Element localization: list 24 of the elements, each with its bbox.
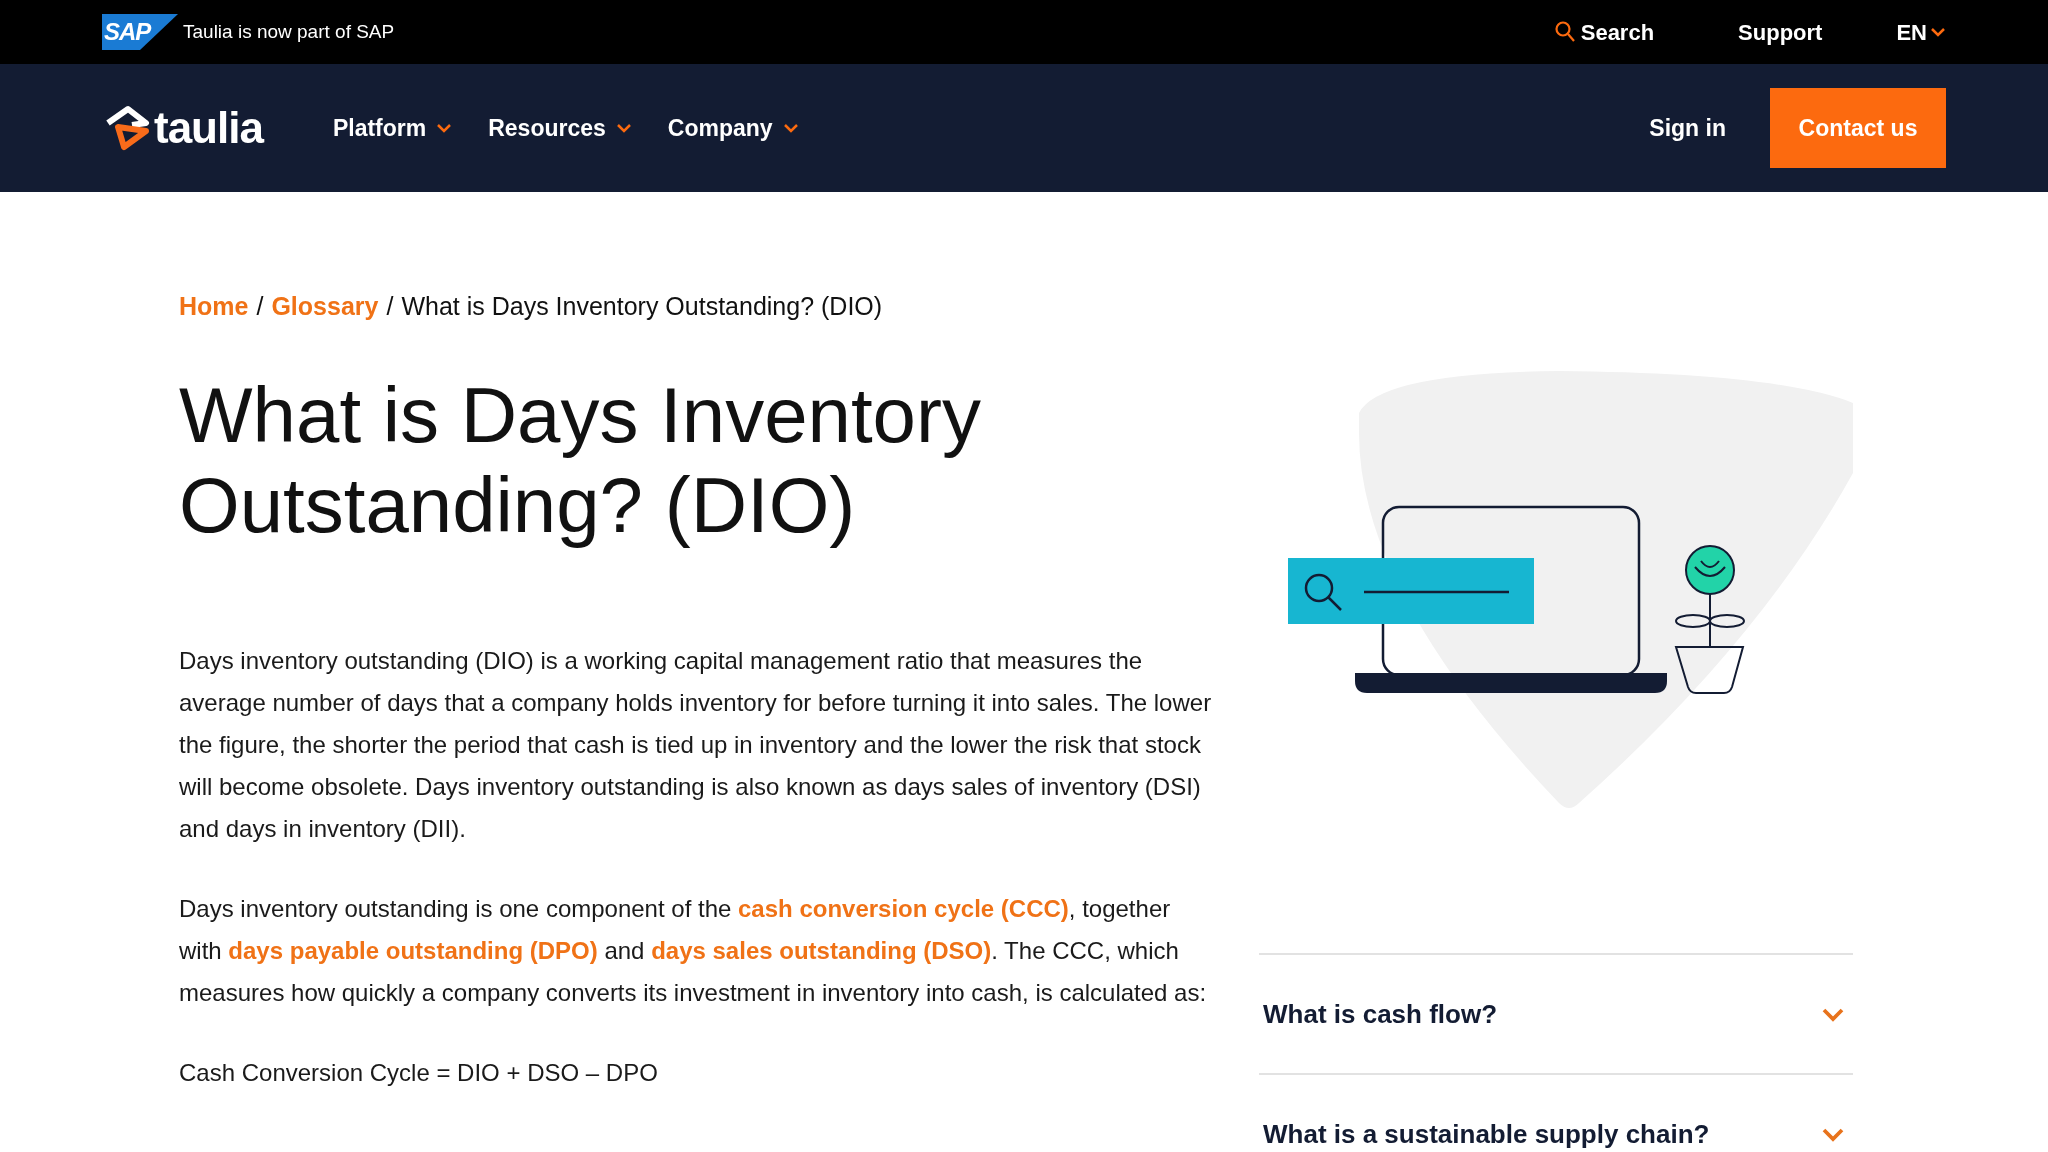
body-paragraph: Days inventory outstanding is one component of the cash conversion cycle (CCC), together with days payable outstanding (DPO) and days sales outstanding (DSO). The CCC, which measures how quickly a company converts its investment in inventory into cash, is calculated as: xyxy=(179,893,1208,1008)
search-link[interactable]: Search xyxy=(1554,15,1655,49)
page-title: What is Days Inventory Outstanding? (DIO) xyxy=(179,369,982,550)
nav-menu-item[interactable]: Platform xyxy=(332,110,453,146)
breadcrumb-current: What is Days Inventory Outstanding? (DIO) xyxy=(401,291,883,322)
language-selector[interactable]: EN xyxy=(1896,15,1946,49)
sap-logo[interactable]: SAP xyxy=(102,14,178,50)
body-paragraph: Cash Conversion Cycle = DIO + DSO – DPO xyxy=(179,1057,659,1088)
accordion-item[interactable]: What is a sustainable supply chain? xyxy=(1259,1075,1853,1152)
announcement-text: Taulia is now part of SAP xyxy=(183,19,395,44)
nav-menu-item[interactable]: Resources xyxy=(488,110,632,146)
support-link[interactable]: Support xyxy=(1738,15,1823,49)
chevron-down-icon xyxy=(436,123,453,133)
logo-wordmark[interactable]: taulia xyxy=(154,95,263,161)
nav-menu-item[interactable]: Company xyxy=(667,110,799,146)
accordion-item[interactable]: What is cash flow? xyxy=(1259,955,1853,1075)
search-icon xyxy=(1554,21,1575,43)
breadcrumb-separator: / xyxy=(256,291,264,322)
breadcrumb-separator: / xyxy=(386,291,394,322)
body-paragraph: Days inventory outstanding (DIO) is a working capital management ratio that measures the average number of days that a company holds inventory for before turning it into sales. The lower the figure, the shorter the period that cash is tied up in inventory and the lower the risk that stock will become obsolete. Days inventory outstanding is also known as days sales of inventory (DSI) and days in inventory (DII). xyxy=(179,645,1213,844)
chevron-down-icon xyxy=(782,123,799,133)
chevron-down-icon xyxy=(1930,27,1946,37)
sign-in-link[interactable]: Sign in xyxy=(1649,110,1726,146)
chevron-down-icon xyxy=(615,123,632,133)
